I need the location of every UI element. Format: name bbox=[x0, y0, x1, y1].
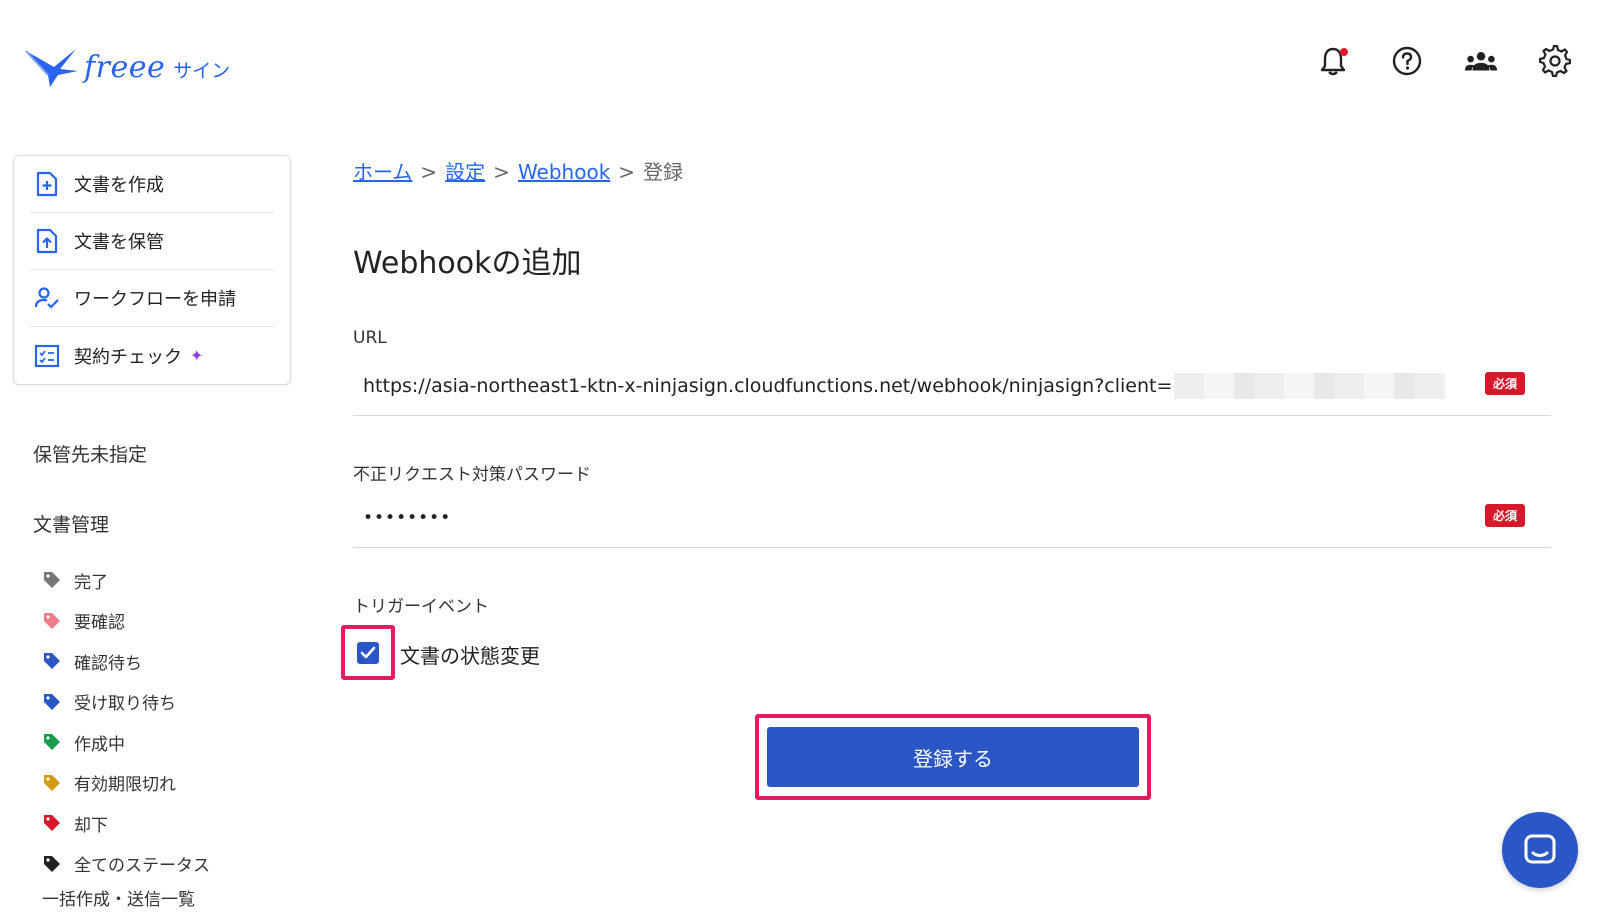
tag-label: 要確認 bbox=[74, 613, 125, 634]
sidebar-item-label: 文書を作成 bbox=[74, 175, 164, 196]
required-badge: 必須 bbox=[1484, 504, 1525, 527]
tag-icon bbox=[44, 815, 60, 832]
tag-icon bbox=[44, 693, 60, 710]
document-upload-icon bbox=[34, 228, 60, 254]
tag-icon bbox=[44, 612, 60, 629]
status-tag-all[interactable]: 全てのステータス bbox=[42, 844, 210, 885]
password-field[interactable]: •••••••• 必須 bbox=[353, 488, 1551, 548]
sidebar-item-label: 契約チェック bbox=[74, 346, 182, 368]
user-check-icon bbox=[34, 285, 60, 311]
notification-dot bbox=[1340, 48, 1348, 56]
chat-icon bbox=[1524, 834, 1556, 864]
breadcrumb-webhook[interactable]: Webhook bbox=[518, 160, 610, 184]
status-tag-needs-review[interactable]: 要確認 bbox=[42, 601, 210, 642]
header-icons bbox=[1316, 44, 1572, 78]
status-tag-awaiting-confirmation[interactable]: 確認待ち bbox=[42, 641, 210, 682]
trigger-checkbox[interactable] bbox=[357, 641, 379, 664]
document-add-icon bbox=[34, 171, 60, 197]
page-title: Webhookの追加 bbox=[353, 246, 582, 281]
logo-text: freee bbox=[84, 49, 166, 85]
bell-icon[interactable] bbox=[1316, 44, 1350, 78]
breadcrumb-separator: > bbox=[493, 160, 510, 184]
tag-label: 作成中 bbox=[74, 734, 125, 755]
logo-subtext: サイン bbox=[173, 59, 231, 82]
trigger-option-label[interactable]: 文書の状態変更 bbox=[400, 640, 540, 669]
sidebar-item-contract-check[interactable]: 契約チェック ✦ bbox=[30, 327, 274, 384]
breadcrumb-current: 登録 bbox=[643, 160, 684, 184]
register-button[interactable]: 登録する bbox=[767, 727, 1139, 787]
masked-client-id bbox=[1174, 372, 1447, 399]
tag-label: 有効期限切れ bbox=[74, 775, 176, 796]
sidebar-doc-management-title: 文書管理 bbox=[33, 514, 110, 536]
tag-icon bbox=[44, 774, 60, 791]
status-tag-completed[interactable]: 完了 bbox=[42, 560, 210, 601]
breadcrumb: ホーム > 設定 > Webhook > 登録 bbox=[353, 156, 683, 185]
tag-label: 却下 bbox=[74, 815, 108, 836]
checkbox-highlight bbox=[341, 625, 395, 680]
swallow-logo-icon bbox=[25, 49, 78, 87]
tag-label: 確認待ち bbox=[74, 653, 142, 674]
status-tag-rejected[interactable]: 却下 bbox=[42, 803, 210, 844]
password-value: •••••••• bbox=[363, 507, 452, 528]
gear-icon[interactable] bbox=[1538, 44, 1572, 78]
breadcrumb-separator: > bbox=[420, 160, 438, 184]
sidebar-item-store-document[interactable]: 文書を保管 bbox=[30, 213, 274, 270]
url-value: https://asia-northeast1-ktn-x-ninjasign.… bbox=[363, 374, 1173, 397]
tag-icon bbox=[44, 653, 60, 670]
sidebar-action-card: 文書を作成 文書を保管 ワークフローを申請 契約チェック ✦ bbox=[13, 155, 291, 385]
tag-icon bbox=[44, 734, 60, 751]
checklist-icon bbox=[34, 343, 60, 369]
sidebar-batch-list[interactable]: 一括作成・送信一覧 bbox=[42, 885, 195, 910]
ai-sparkle-icon: ✦ bbox=[190, 346, 204, 365]
tag-label: 受け取り待ち bbox=[74, 694, 176, 715]
status-tag-drafting[interactable]: 作成中 bbox=[42, 722, 210, 763]
check-icon bbox=[360, 646, 376, 658]
tag-icon bbox=[44, 855, 60, 872]
status-tag-awaiting-receipt[interactable]: 受け取り待ち bbox=[42, 682, 210, 723]
trigger-label: トリガーイベント bbox=[353, 597, 489, 617]
freee-sign-logo[interactable]: freee サイン bbox=[24, 42, 234, 92]
sidebar-unassigned-storage[interactable]: 保管先未指定 bbox=[33, 440, 147, 467]
team-icon[interactable] bbox=[1464, 44, 1498, 78]
sidebar-item-workflow[interactable]: ワークフローを申請 bbox=[30, 270, 274, 327]
submit-highlight: 登録する bbox=[755, 714, 1151, 800]
chat-support-button[interactable] bbox=[1502, 812, 1578, 888]
tag-label: 完了 bbox=[74, 572, 108, 593]
tag-icon bbox=[44, 572, 60, 589]
url-field[interactable]: https://asia-northeast1-ktn-x-ninjasign.… bbox=[353, 356, 1551, 416]
required-badge: 必須 bbox=[1484, 372, 1525, 395]
status-tag-list: 完了 要確認 確認待ち 受け取り待ち 作成中 有効期限切れ 却下 全てのステータ… bbox=[42, 560, 210, 884]
sidebar-item-create-document[interactable]: 文書を作成 bbox=[30, 156, 274, 213]
breadcrumb-separator: > bbox=[618, 160, 636, 184]
sidebar-item-label: 文書を保管 bbox=[74, 232, 164, 253]
password-label: 不正リクエスト対策パスワード bbox=[353, 465, 591, 485]
breadcrumb-home[interactable]: ホーム bbox=[353, 156, 412, 185]
url-label: URL bbox=[353, 328, 387, 348]
tag-label: 全てのステータス bbox=[74, 856, 210, 877]
sidebar-item-label: ワークフローを申請 bbox=[74, 289, 236, 310]
breadcrumb-settings[interactable]: 設定 bbox=[445, 156, 485, 185]
status-tag-expired[interactable]: 有効期限切れ bbox=[42, 763, 210, 804]
help-icon[interactable] bbox=[1390, 44, 1424, 78]
